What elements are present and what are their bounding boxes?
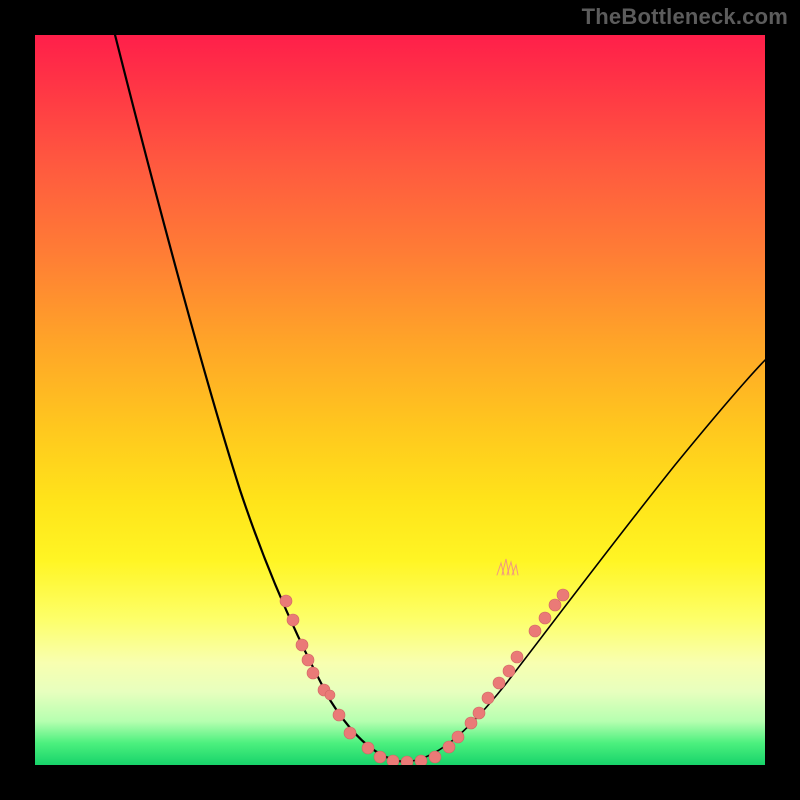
- plot-frame: [35, 35, 765, 765]
- points-right: [443, 589, 569, 753]
- points-left: [280, 595, 374, 754]
- curve-layer: [35, 35, 765, 765]
- curve-right: [405, 355, 765, 762]
- chart-stage: TheBottleneck.com: [0, 0, 800, 800]
- watermark-text: TheBottleneck.com: [582, 4, 788, 30]
- fuzz-mark: [497, 559, 518, 575]
- plot-area: [35, 35, 765, 765]
- points-bottom: [374, 751, 441, 765]
- curve-left: [105, 35, 405, 762]
